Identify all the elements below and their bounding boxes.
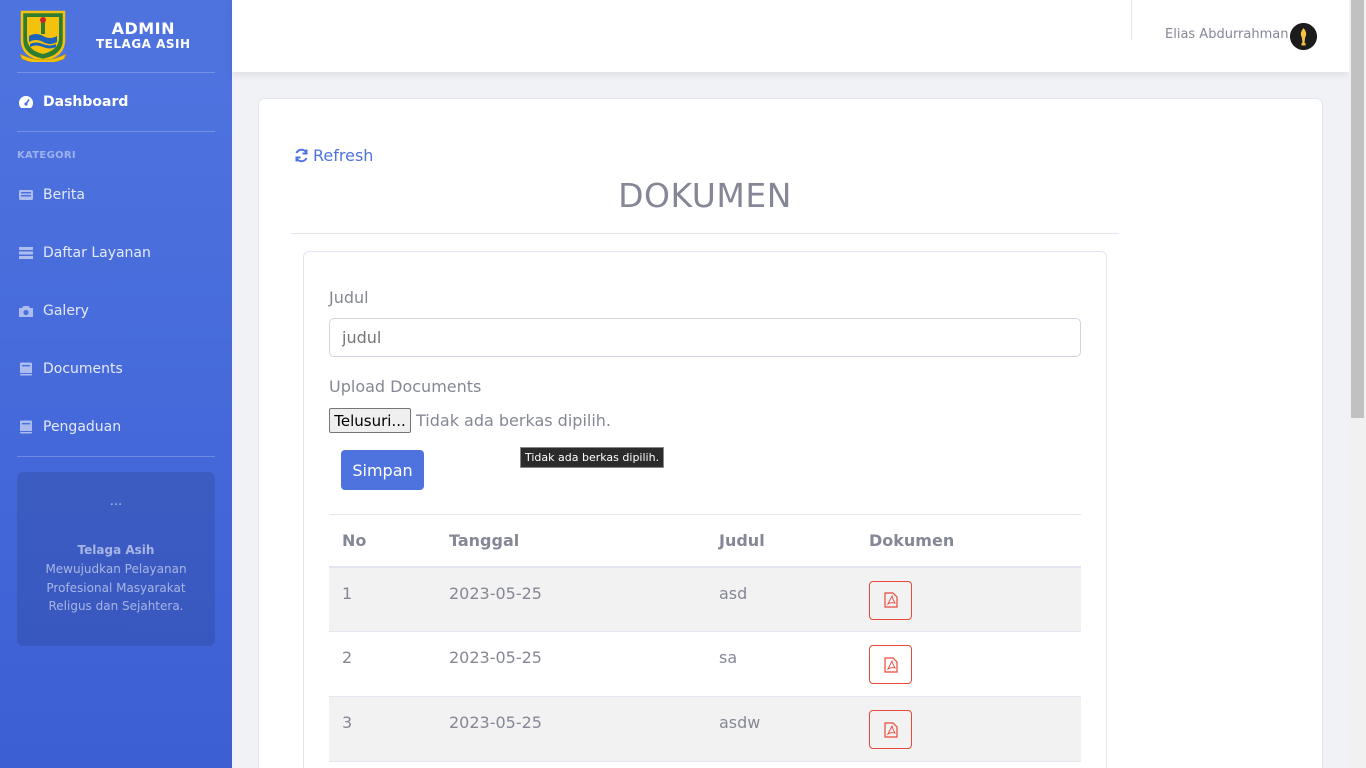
topbar: Elias Abdurrahman (232, 0, 1349, 72)
sidebar-card-dots: ... (109, 494, 123, 509)
table-header-row: No Tanggal Judul Dokumen (329, 514, 1081, 568)
browse-file-button[interactable]: Telusuri... (329, 408, 411, 433)
topbar-divider (1131, 0, 1132, 40)
file-tooltip: Tidak ada berkas dipilih. (520, 447, 665, 468)
sidebar-item-pengaduan[interactable]: Pengaduan (0, 398, 232, 456)
column-header-dokumen: Dokumen (856, 514, 1081, 568)
sidebar-item-label: Documents (43, 361, 123, 377)
sidebar-item-dashboard[interactable]: Dashboard (0, 73, 232, 131)
cell-dokumen (856, 631, 1081, 697)
column-header-no: No (329, 514, 436, 568)
cell-no: 3 (329, 696, 436, 762)
refresh-label: Refresh (313, 146, 374, 165)
cell-tanggal: 2023-05-25 (436, 631, 706, 697)
sidebar-divider (17, 456, 215, 457)
cell-no: 2 (329, 631, 436, 697)
sidebar-item-label: Galery (43, 303, 89, 319)
newspaper-icon (19, 190, 33, 200)
avatar[interactable] (1290, 23, 1317, 50)
book-icon (20, 420, 32, 434)
cell-judul: asd (706, 566, 856, 632)
refresh-icon (295, 148, 308, 163)
save-button[interactable]: Simpan (341, 450, 424, 490)
file-pdf-icon (883, 656, 898, 673)
table-row: 1 2023-05-25 asd (329, 566, 1081, 632)
book-icon (20, 362, 32, 376)
page-title: DOKUMEN (618, 176, 792, 215)
sidebar-card-description: Mewujudkan Pelayanan Profesional Masyara… (45, 562, 187, 614)
sidebar-item-berita[interactable]: Berita (0, 166, 232, 224)
cell-judul: sa (706, 631, 856, 697)
brand-subtitle: TELAGA ASIH (96, 37, 191, 52)
documents-table: No Tanggal Judul Dokumen 1 2023-05-25 as… (329, 514, 1081, 762)
file-pdf-icon (883, 721, 898, 738)
column-header-tanggal: Tanggal (436, 514, 706, 568)
cell-tanggal: 2023-05-25 (436, 696, 706, 762)
sidebar-item-daftar-layanan[interactable]: Daftar Layanan (0, 224, 232, 282)
user-name[interactable]: Elias Abdurrahman (1165, 27, 1288, 42)
sidebar: ADMIN TELAGA ASIH Dashboard KATEGORI Ber… (0, 0, 232, 768)
file-status: Tidak ada berkas dipilih. (416, 411, 611, 430)
cell-judul: asdw (706, 696, 856, 762)
page-scrollbar[interactable] (1349, 0, 1366, 768)
cell-tanggal: 2023-05-25 (436, 566, 706, 632)
judul-label: Judul (329, 288, 369, 307)
pdf-download-button[interactable] (869, 580, 912, 620)
scrollbar-thumb[interactable] (1351, 0, 1364, 418)
cell-dokumen (856, 696, 1081, 762)
sidebar-item-label: Pengaduan (43, 419, 122, 435)
sidebar-brand[interactable]: ADMIN TELAGA ASIH (0, 0, 232, 72)
logo-icon (19, 10, 67, 62)
sidebar-item-documents[interactable]: Documents (0, 340, 232, 398)
list-icon (19, 247, 33, 259)
table-row: 3 2023-05-25 asdw (329, 696, 1081, 762)
file-pdf-icon (883, 592, 898, 608)
sidebar-heading: KATEGORI (17, 150, 76, 161)
column-header-judul: Judul (706, 514, 856, 568)
sidebar-item-galery[interactable]: Galery (0, 282, 232, 340)
cell-no: 1 (329, 566, 436, 632)
sidebar-item-label: Berita (43, 187, 85, 203)
table-row: 2 2023-05-25 sa (329, 631, 1081, 697)
refresh-link[interactable]: Refresh (294, 146, 373, 165)
cell-dokumen (856, 566, 1081, 632)
upload-label: Upload Documents (329, 377, 482, 396)
sidebar-item-label: Dashboard (43, 94, 129, 110)
tachometer-icon (19, 96, 33, 108)
sidebar-item-label: Daftar Layanan (43, 245, 151, 261)
pdf-download-button[interactable] (869, 645, 912, 684)
sidebar-card-title: Telaga Asih (77, 543, 155, 557)
pdf-download-button[interactable] (869, 710, 912, 749)
sidebar-info-card: ... Telaga Asih Mewujudkan Pelayanan Pro… (17, 472, 215, 646)
brand-title: ADMIN (111, 18, 175, 38)
judul-input[interactable] (329, 318, 1081, 357)
camera-icon (19, 306, 33, 317)
title-divider (291, 233, 1119, 234)
